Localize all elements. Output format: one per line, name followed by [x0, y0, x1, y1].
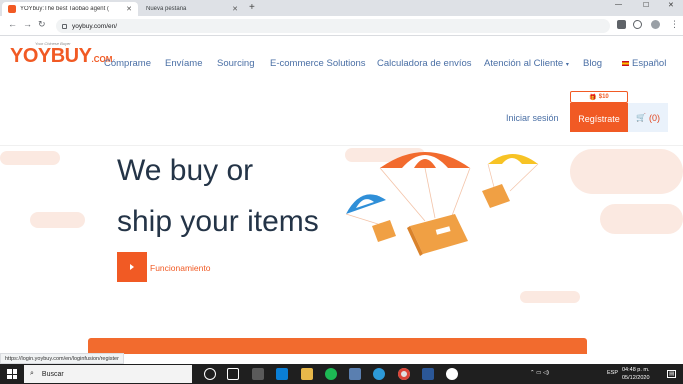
how-it-works-link[interactable]: Funcionamiento [150, 263, 210, 273]
file-explorer-icon[interactable] [301, 368, 313, 380]
tab-title: YOYbuy:The best Taobao agent ( [20, 6, 109, 12]
cloud-decoration [570, 149, 683, 194]
forward-arrow-icon[interactable]: → [23, 19, 32, 29]
tab-new[interactable]: Nueva pestaña ✕ [140, 2, 244, 16]
close-icon[interactable]: ✕ [232, 5, 238, 13]
input-language[interactable]: ESP [607, 370, 618, 376]
address-bar[interactable]: yoybuy.com/en/ [56, 19, 610, 33]
new-tab-plus-icon[interactable]: + [249, 2, 255, 13]
spotify-icon[interactable] [325, 368, 337, 380]
cortana-icon[interactable] [204, 368, 216, 380]
caret-down-icon: ▾ [565, 62, 569, 68]
profile-avatar-icon[interactable] [651, 20, 660, 29]
logo-tagline: Your Chinese Buyer [35, 41, 71, 46]
clock-time: 04:48 p. m. [622, 367, 650, 373]
tab-title: Nueva pestaña [146, 6, 187, 12]
cloud-decoration [520, 291, 580, 303]
reload-icon[interactable]: ↻ [38, 19, 46, 30]
nav-atencion-label: Atención al Cliente [484, 58, 564, 69]
tab-yoybuy[interactable]: YOYbuy:The best Taobao agent ( ✕ [2, 2, 138, 16]
browser-toolbar: ← → ↻ yoybuy.com/en/ ⋮ [0, 16, 683, 36]
taskbar-clock[interactable]: 04:48 p. m. 05/12/2020 [622, 366, 650, 382]
cloud-decoration [0, 151, 60, 165]
yoybuy-logo[interactable]: Your Chinese Buyer YOYBUY.COM [10, 41, 112, 68]
hero-headline-line2: ship your items [117, 205, 319, 238]
store-icon[interactable] [252, 368, 264, 380]
dropbox-icon[interactable] [276, 368, 288, 380]
nav-calculadora[interactable]: Calculadora de envíos [377, 58, 472, 69]
window-close-icon[interactable]: ✕ [668, 1, 674, 9]
spain-flag-icon [622, 60, 629, 66]
browser-tab-strip: YOYbuy:The best Taobao agent ( ✕ Nueva p… [0, 0, 683, 16]
cart-button[interactable]: 🛒 (0) [628, 103, 668, 132]
windows-start-icon[interactable] [7, 369, 17, 379]
search-icon: ⌕ [30, 370, 34, 377]
hero-headline-line1: We buy or [117, 154, 254, 187]
gift-icon: 🎁 [589, 94, 597, 101]
maximize-icon[interactable]: ☐ [643, 1, 649, 9]
nav-sourcing[interactable]: Sourcing [217, 58, 255, 69]
status-bar-url: https://login.yoybuy.com/en/loginfusion/… [0, 353, 124, 364]
cloud-decoration [600, 204, 683, 234]
promo-badge: 🎁 $10 [570, 91, 628, 103]
parachute-boxes-illustration [345, 152, 539, 256]
play-button[interactable] [117, 252, 147, 282]
clock-date: 05/12/2020 [622, 375, 650, 381]
nav-atencion[interactable]: Atención al Cliente ▾ [484, 58, 569, 69]
lock-icon [62, 23, 67, 29]
address-url: yoybuy.com/en/ [72, 22, 118, 30]
notifications-icon[interactable]: ▤ [667, 370, 677, 378]
nav-envio[interactable]: Envíame [165, 58, 203, 69]
star-icon[interactable] [633, 20, 642, 29]
word-icon[interactable] [422, 368, 434, 380]
close-icon[interactable]: ✕ [126, 5, 132, 13]
register-button[interactable]: Regístrate [570, 103, 628, 132]
play-icon [130, 264, 134, 270]
task-view-icon[interactable] [227, 368, 239, 380]
orange-banner-strip [88, 338, 587, 354]
back-arrow-icon[interactable]: ← [8, 19, 17, 29]
minimize-icon[interactable]: — [615, 1, 622, 8]
nav-blog[interactable]: Blog [583, 58, 602, 69]
translate-icon[interactable] [617, 20, 626, 29]
photos-icon[interactable] [349, 368, 361, 380]
language-selector[interactable]: Español [622, 58, 666, 69]
yoybuy-favicon-icon [8, 5, 16, 13]
taskbar-search-label: Buscar [41, 370, 64, 378]
taskbar-search[interactable]: ⌕ Buscar [24, 365, 192, 383]
windows-taskbar: ⌕ Buscar ⌃ ▭ ◁) ESP 04:48 p. m. 05/12/20… [0, 364, 683, 384]
nav-ecommerce[interactable]: E-commerce Solutions [270, 58, 366, 69]
tray-icons[interactable]: ⌃ ▭ ◁) [530, 370, 549, 376]
menu-dots-icon[interactable]: ⋮ [670, 19, 679, 30]
promo-label: $10 [598, 94, 609, 100]
chrome-icon[interactable] [398, 368, 410, 380]
login-link[interactable]: Iniciar sesión [506, 113, 559, 123]
cloud-decoration [30, 212, 85, 228]
hero-section [0, 145, 683, 346]
language-label: Español [632, 58, 667, 69]
cart-count: (0) [648, 112, 660, 123]
nav-compra[interactable]: Cómprame [104, 58, 151, 69]
logo-text: YOYBUY [10, 45, 92, 67]
edge-icon[interactable] [373, 368, 385, 380]
cart-icon: 🛒 [636, 113, 646, 122]
app-icon[interactable] [446, 368, 458, 380]
